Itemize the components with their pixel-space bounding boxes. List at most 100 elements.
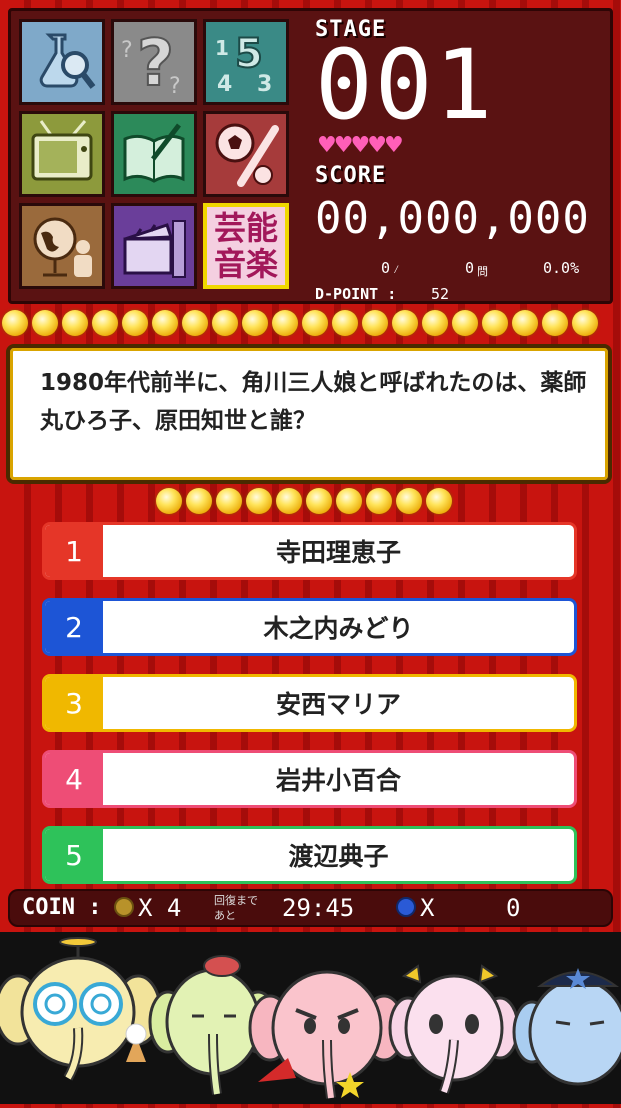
category-math[interactable]: 5 1 4 3 bbox=[203, 19, 289, 105]
answer-button-2[interactable]: 2 木之内みどり bbox=[42, 598, 577, 656]
category-entertainment-music[interactable]: 芸能 音楽 bbox=[203, 203, 289, 289]
stage-score-area: STAGE 001 ♥♥♥♥♥ SCORE 00,000,000 0 ⁄ 0 問… bbox=[303, 11, 608, 303]
question-icon: ? ? ? bbox=[121, 27, 181, 97]
light-bulb bbox=[482, 310, 508, 336]
numbers-icon: 5 1 4 3 bbox=[215, 30, 272, 97]
tv-icon bbox=[31, 120, 93, 181]
light-bulb bbox=[332, 310, 358, 336]
light-bulb bbox=[276, 488, 302, 514]
category-line-1: 芸能 bbox=[213, 209, 278, 247]
stage-number: 001 bbox=[315, 29, 495, 141]
light-row-top bbox=[2, 310, 598, 336]
light-bulb bbox=[212, 310, 238, 336]
category-line-2: 音楽 bbox=[213, 245, 278, 283]
light-bulb bbox=[186, 488, 212, 514]
dpoint-label: D-POINT : bbox=[315, 285, 397, 303]
answer-text-4: 岩井小百合 bbox=[275, 766, 401, 795]
light-bulb bbox=[246, 488, 272, 514]
movie-icon bbox=[123, 220, 186, 278]
light-bulb bbox=[152, 310, 178, 336]
recover-timer: 29:45 bbox=[282, 894, 355, 922]
heart-icon: ♥ bbox=[317, 133, 337, 158]
score-value: 00,000,000 bbox=[315, 193, 590, 244]
category-geography[interactable] bbox=[19, 203, 105, 289]
light-bulb bbox=[2, 310, 28, 336]
category-sports[interactable] bbox=[203, 111, 289, 197]
light-bulb bbox=[512, 310, 538, 336]
elephant-character-icon bbox=[0, 937, 162, 1081]
elephant-character-icon bbox=[248, 970, 406, 1099]
svg-text:4: 4 bbox=[217, 72, 232, 97]
heart-icon: ♥ bbox=[350, 133, 370, 158]
coin-icon bbox=[114, 897, 134, 917]
character-strip bbox=[0, 932, 621, 1104]
elephant-character-icon bbox=[512, 968, 621, 1086]
answer-number-3: 3 bbox=[45, 677, 103, 729]
answer-number-5: 5 bbox=[45, 829, 103, 881]
light-bulb bbox=[362, 310, 388, 336]
answer-text-2: 木之内みどり bbox=[263, 614, 414, 643]
light-bulb bbox=[62, 310, 88, 336]
question-text: 1980年代前半に、角川三人娘と呼ばれたのは、薬師丸ひろ子、原田知世と誰？ bbox=[40, 370, 587, 434]
category-movie[interactable] bbox=[111, 203, 197, 289]
light-bulb bbox=[426, 488, 452, 514]
light-bulb bbox=[216, 488, 242, 514]
elephant-character-icon bbox=[388, 964, 520, 1094]
coin-label: COIN : bbox=[22, 895, 102, 920]
light-bulb bbox=[122, 310, 148, 336]
category-trivia[interactable]: ? ? ? bbox=[111, 19, 197, 105]
light-bulb bbox=[392, 310, 418, 336]
score-label: SCORE bbox=[315, 163, 387, 188]
answer-number-4: 4 bbox=[45, 753, 103, 805]
light-bulb bbox=[242, 310, 268, 336]
answer-number-1: 1 bbox=[45, 525, 103, 577]
accuracy-percent: 0.0% bbox=[543, 259, 580, 277]
recover-label-1: 回復まで bbox=[214, 894, 258, 907]
coin-count: X 4 bbox=[138, 894, 182, 922]
globe-icon bbox=[33, 217, 92, 277]
hearts-life: ♥♥♥♥♥ bbox=[317, 133, 404, 158]
gem-count: X bbox=[420, 894, 435, 922]
gem-value: 0 bbox=[506, 894, 521, 922]
answer-text-5: 渡辺典子 bbox=[288, 842, 389, 871]
correct-count: 0 bbox=[381, 259, 391, 277]
svg-text:?: ? bbox=[169, 74, 181, 97]
category-science[interactable] bbox=[19, 19, 105, 105]
answer-button-4[interactable]: 4 岩井小百合 bbox=[42, 750, 577, 808]
light-bulb bbox=[32, 310, 58, 336]
light-bulb bbox=[336, 488, 362, 514]
heart-icon: ♥ bbox=[383, 133, 404, 158]
recover-label-2: あと bbox=[214, 909, 236, 922]
correct-unit: ⁄ bbox=[393, 263, 400, 276]
heart-icon: ♥ bbox=[333, 133, 354, 158]
light-bulb bbox=[302, 310, 328, 336]
light-bulb bbox=[92, 310, 118, 336]
svg-text:?: ? bbox=[121, 38, 133, 63]
status-bar: COIN : X 4 回復まで あと 29:45 X 0 bbox=[8, 889, 613, 927]
light-bulb bbox=[156, 488, 182, 514]
question-unit: 問 bbox=[477, 265, 488, 278]
gem-icon bbox=[396, 897, 416, 917]
svg-text:1: 1 bbox=[215, 36, 229, 60]
answer-button-3[interactable]: 3 安西マリア bbox=[42, 674, 577, 732]
answer-text-1: 寺田理恵子 bbox=[275, 538, 401, 567]
light-bulb bbox=[422, 310, 448, 336]
science-icon bbox=[39, 33, 96, 89]
category-tv[interactable] bbox=[19, 111, 105, 197]
answer-button-5[interactable]: 5 渡辺典子 bbox=[42, 826, 577, 884]
question-box: 1980年代前半に、角川三人娘と呼ばれたのは、薬師丸ひろ子、原田知世と誰？ bbox=[6, 344, 612, 484]
question-count: 0 bbox=[465, 259, 475, 277]
category-literature[interactable] bbox=[111, 111, 197, 197]
book-icon bbox=[123, 123, 185, 183]
svg-text:5: 5 bbox=[235, 31, 263, 77]
answer-button-1[interactable]: 1 寺田理恵子 bbox=[42, 522, 577, 580]
top-panel: ? ? ? 5 1 4 3 芸能 音楽 STAGE 001 ♥♥♥♥♥ SCOR… bbox=[8, 8, 613, 304]
dpoint-value: 52 bbox=[431, 285, 450, 303]
answer-text-3: 安西マリア bbox=[275, 690, 401, 719]
light-bulb bbox=[366, 488, 392, 514]
answer-number-2: 2 bbox=[45, 601, 103, 653]
light-row-middle bbox=[156, 488, 452, 514]
light-bulb bbox=[396, 488, 422, 514]
light-bulb bbox=[572, 310, 598, 336]
light-bulb bbox=[542, 310, 568, 336]
